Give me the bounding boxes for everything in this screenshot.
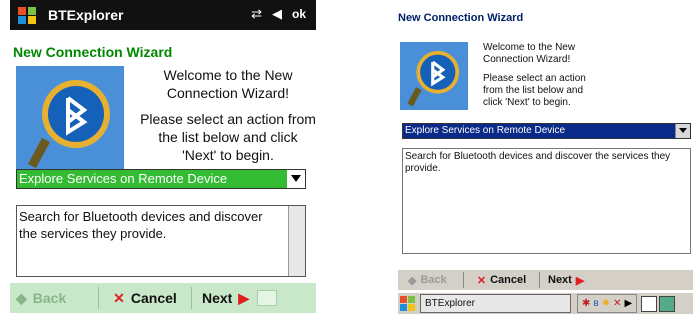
cancel-button[interactable]: ✕ Cancel xyxy=(464,274,539,287)
scrollbar[interactable] xyxy=(288,206,305,276)
volume-icon[interactable]: ◀︎ xyxy=(272,6,282,22)
next-arrow-icon: ▶ xyxy=(575,274,585,287)
back-label: Back xyxy=(32,290,67,306)
cancel-button[interactable]: ✕ Cancel xyxy=(99,290,191,307)
windows-start-icon[interactable] xyxy=(16,4,40,26)
separator xyxy=(539,272,540,288)
app-title: BTExplorer xyxy=(48,7,124,23)
description-text: Search for Bluetooth devices and discove… xyxy=(405,151,671,174)
status-tray: ⇄ ◀︎ ok xyxy=(251,6,306,22)
bluetooth-tray-icon[interactable]: ʙ xyxy=(593,298,598,309)
description-box: Search for Bluetooth devices and discove… xyxy=(402,148,691,254)
instruction-text: Please select an action from the list be… xyxy=(140,111,316,163)
left-screen: BTExplorer ⇄ ◀︎ ok New Connection Wizard… xyxy=(10,0,316,313)
action-select[interactable]: Explore Services on Remote Device xyxy=(402,123,691,139)
selected-action[interactable]: Explore Services on Remote Device xyxy=(403,124,675,138)
bluetooth-icon xyxy=(400,42,468,110)
dropdown-arrow-icon[interactable] xyxy=(675,124,690,138)
cancel-x-icon: ✕ xyxy=(113,289,125,306)
keyboard-icon[interactable] xyxy=(641,295,658,312)
tray-icon[interactable] xyxy=(659,295,676,312)
next-button[interactable]: Next ▶ xyxy=(202,290,249,307)
dropdown-arrow-icon[interactable] xyxy=(287,170,305,188)
next-label: Next xyxy=(548,274,572,286)
tray-icon[interactable]: ✕ xyxy=(613,298,621,309)
right-screen: New Connection Wizard Welcome to the New… xyxy=(398,0,693,314)
description-box: Search for Bluetooth devices and discove… xyxy=(16,205,306,277)
welcome-text: Welcome to the New Connection Wizard! xyxy=(483,42,576,65)
status-tray: ✱ ʙ ✹ ✕ ▶ xyxy=(577,294,638,313)
tray-icon[interactable]: ✱ xyxy=(582,298,590,309)
next-label: Next xyxy=(202,290,233,306)
separator xyxy=(191,287,192,309)
softkey-bar: ◆ Back ✕ Cancel Next ▶ xyxy=(398,270,693,290)
description-text: Search for Bluetooth devices and discove… xyxy=(19,209,263,241)
cancel-label: Cancel xyxy=(130,290,177,306)
ok-button[interactable]: ok xyxy=(292,7,306,21)
selected-action[interactable]: Explore Services on Remote Device xyxy=(17,170,287,188)
connectivity-icon[interactable]: ⇄ xyxy=(251,6,262,22)
cancel-label: Cancel xyxy=(490,274,527,286)
taskbar-item[interactable]: BTExplorer xyxy=(420,294,571,313)
taskbar: BTExplorer ✱ ʙ ✹ ✕ ▶ xyxy=(398,292,693,314)
wizard-title: New Connection Wizard xyxy=(398,12,524,24)
back-button[interactable]: ◆ Back xyxy=(408,274,463,287)
cancel-x-icon: ✕ xyxy=(476,274,487,287)
instruction-text: Please select an action from the list be… xyxy=(483,73,586,108)
windows-start-icon[interactable] xyxy=(400,295,416,312)
bluetooth-icon xyxy=(16,66,124,174)
welcome-text: Welcome to the New Connection Wizard! xyxy=(163,67,293,101)
softkey-bar: ◆ Back ✕ Cancel Next ▶ xyxy=(10,283,316,313)
tray-icon[interactable]: ✹ xyxy=(602,298,610,309)
keyboard-icon[interactable] xyxy=(257,290,278,306)
back-label: Back xyxy=(420,274,447,286)
title-bar: BTExplorer ⇄ ◀︎ ok xyxy=(10,0,316,30)
back-arrow-icon: ◆ xyxy=(408,274,417,287)
next-button[interactable]: Next ▶ xyxy=(548,274,584,287)
tray-arrow-icon[interactable]: ▶ xyxy=(624,298,632,309)
action-select[interactable]: Explore Services on Remote Device xyxy=(16,169,306,189)
wizard-title: New Connection Wizard xyxy=(13,44,173,60)
next-arrow-icon: ▶ xyxy=(238,289,250,306)
back-arrow-icon: ◆ xyxy=(16,289,27,306)
back-button[interactable]: ◆ Back xyxy=(16,290,98,307)
